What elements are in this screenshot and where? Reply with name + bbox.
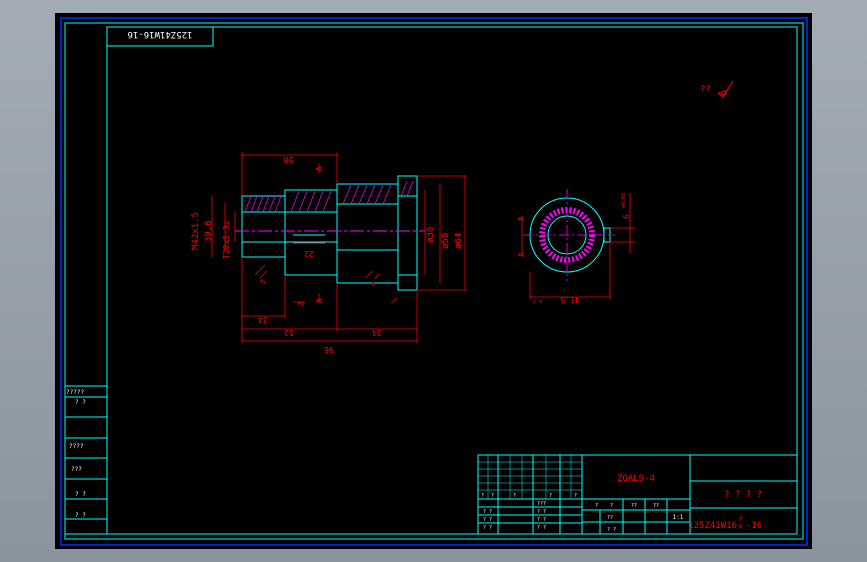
outer-border — [60, 17, 808, 546]
front-view-outline — [241, 175, 418, 291]
left-table-row-3: ??? — [71, 466, 82, 473]
bottom-label-3: ?? — [607, 515, 613, 521]
dim-41-5: 41.5 — [560, 295, 579, 304]
drawing-frame — [106, 26, 798, 535]
left-table-row-1: ? ? — [75, 399, 86, 406]
section-mark-top: A — [315, 166, 324, 171]
left-table-row-4: ? ? — [75, 491, 86, 498]
grid-label-1: ? — [491, 493, 494, 499]
dim-34: 34 — [372, 328, 382, 337]
dim-t28: T28x5-3z — [222, 220, 231, 259]
bottom-label-1: ? ? — [483, 517, 492, 523]
grid-label-5: ? — [595, 503, 598, 509]
bottom-label-0: ? ? — [483, 509, 492, 515]
grid-label-3: ? — [549, 493, 552, 499]
mid-label-3: ??? — [537, 501, 546, 507]
dim-39-8: 39.8 — [204, 220, 214, 242]
dim-22: 22 — [304, 249, 314, 258]
drawing-svg: 125Z41W16-16 ?? 50 M42x1.5 39.8 T28x5-3z… — [60, 17, 808, 546]
title-unknown: ? ? ? ? — [724, 490, 762, 500]
dim-6: 6 — [369, 280, 378, 289]
drawing-code-suffix: -16 — [746, 521, 762, 531]
mid-label-2: ? ? — [537, 525, 546, 531]
drawing-code: 125Z41W16 — [688, 521, 737, 531]
rotated-code: 125Z41W16-16 — [127, 29, 192, 39]
dim-d64: ø64 — [454, 233, 464, 249]
dim-24: 24 — [258, 315, 268, 324]
left-table-row-2: ???? — [69, 443, 84, 450]
scale: 1:1 — [673, 514, 684, 521]
mid-label-1: ? ? — [537, 517, 546, 523]
side-section-mark-bottom: A — [517, 252, 526, 257]
sheet-frame — [64, 22, 804, 540]
title-block: ZQAL9-4 ? ? ? ? 125Z41W16 P R -16 1:1 ? … — [477, 454, 798, 535]
grid-label-4: ? — [574, 493, 577, 499]
grid-label-0: ? — [481, 493, 484, 499]
bottom-label-2: ? ? — [483, 525, 492, 531]
front-view: 50 M42x1.5 39.8 T28x5-3z ø30 ø50 ø64 22 … — [191, 152, 467, 354]
side-view-dimensions — [521, 193, 635, 299]
cad-viewport: 125Z41W16-16 ?? 50 M42x1.5 39.8 T28x5-3z… — [0, 0, 867, 562]
dim-41-5-tol: -0.2 — [533, 297, 545, 303]
grid-label-2: ? — [513, 493, 516, 499]
drawing-code-sup: P — [739, 516, 743, 523]
roughness-icon — [717, 80, 734, 98]
dim-side-6-tol: +0.03 — [621, 193, 627, 208]
front-view-dimensions — [211, 152, 467, 343]
dim-3: 3 — [259, 278, 268, 287]
bottom-label-4: ? ? — [607, 527, 616, 533]
dim-52: 52 — [284, 328, 294, 337]
left-table-row-0: ????? — [66, 389, 84, 396]
grid-label-6: ? — [610, 503, 613, 509]
dim-top-50: 50 — [284, 154, 295, 164]
part-name: ZQAL9-4 — [617, 474, 655, 484]
grid-label-8: ?? — [653, 503, 659, 509]
left-table-row-5: ? ? — [75, 512, 86, 519]
grid-label-7: ?? — [631, 503, 637, 509]
section-mark-bottom: A — [315, 298, 324, 303]
side-view: 41.5 -0.2 6 +0.03 A A — [517, 189, 635, 304]
dim-side-6: 6 — [622, 214, 631, 219]
roughness-label: ?? — [700, 85, 711, 95]
dim-d50: ø50 — [441, 233, 451, 249]
dim-2: 2 — [297, 302, 305, 306]
dim-d30: ø30 — [426, 227, 436, 243]
drawing-code-sub: R — [739, 524, 743, 531]
drawing-canvas[interactable]: 125Z41W16-16 ?? 50 M42x1.5 39.8 T28x5-3z… — [55, 13, 812, 549]
dim-m42: M42x1.5 — [191, 212, 201, 250]
mid-label-0: ? ? — [537, 509, 546, 515]
side-section-mark-top: A — [517, 216, 526, 221]
dim-96: 96 — [324, 345, 334, 354]
left-table: ????? ? ? ???? ??? ? ? ? ? — [64, 385, 108, 535]
